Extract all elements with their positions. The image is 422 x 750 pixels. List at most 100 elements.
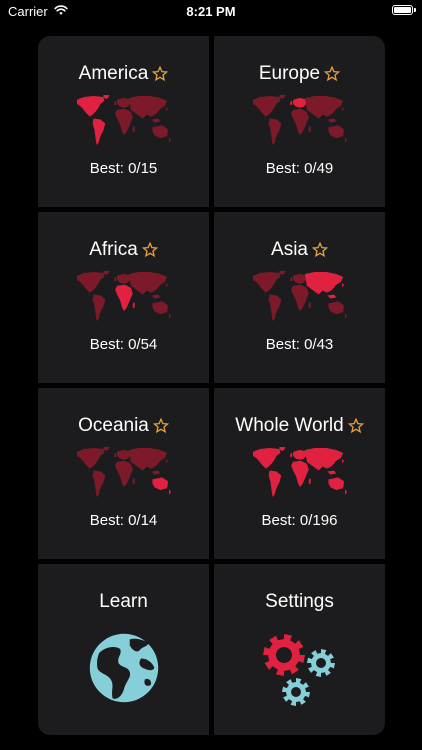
continent-asia — [151, 294, 161, 299]
continent-oceania — [169, 489, 172, 496]
continent-europe — [290, 276, 293, 281]
continent-asia — [166, 458, 169, 464]
continent-asia — [342, 282, 345, 288]
continent-europe — [293, 97, 307, 108]
mode-grid: America Best: 0/15 Europe Best: 0/49 Afr… — [38, 36, 385, 735]
best-score: Best: 0/49 — [265, 160, 334, 177]
continent-africa — [291, 284, 309, 312]
continent-oceania — [328, 301, 345, 315]
tile-title: Europe — [258, 63, 321, 84]
tile-asia[interactable]: Asia Best: 0/43 — [214, 212, 385, 383]
continent-america — [92, 470, 106, 498]
continent-europe — [117, 449, 131, 460]
continent-africa — [132, 126, 135, 133]
tile-africa[interactable]: Africa Best: 0/54 — [38, 212, 209, 383]
world-map-icon — [76, 271, 172, 322]
continent-america — [279, 95, 286, 99]
continent-america — [103, 271, 110, 275]
status-bar: Carrier 8:21 PM — [0, 0, 422, 24]
continent-america — [279, 271, 286, 275]
continent-asia — [327, 470, 337, 475]
continent-america — [76, 272, 105, 293]
continent-europe — [114, 452, 117, 457]
continent-europe — [114, 276, 117, 281]
continent-asia — [128, 272, 168, 295]
continent-africa — [308, 478, 311, 485]
continent-oceania — [152, 301, 169, 315]
star-icon[interactable] — [348, 418, 364, 434]
tile-oceania[interactable]: Oceania Best: 0/14 — [38, 388, 209, 559]
continent-oceania — [169, 137, 172, 144]
continent-asia — [166, 106, 169, 112]
battery-icon — [392, 5, 416, 15]
settings-title: Settings — [265, 591, 334, 612]
tile-title: Africa — [89, 239, 138, 260]
world-map-icon — [76, 447, 172, 498]
continent-america — [76, 96, 105, 117]
world-map-icon — [76, 95, 172, 146]
settings-button[interactable]: Settings — [214, 564, 385, 735]
continent-oceania — [328, 125, 345, 139]
continent-oceania — [345, 313, 348, 320]
star-icon[interactable] — [142, 242, 158, 258]
tile-title: Asia — [271, 239, 308, 260]
continent-america — [252, 272, 281, 293]
continent-asia — [128, 448, 168, 471]
continent-oceania — [169, 313, 172, 320]
continent-africa — [308, 302, 311, 309]
continent-africa — [115, 284, 133, 312]
continent-asia — [128, 96, 168, 119]
continent-europe — [117, 273, 131, 284]
continent-asia — [304, 448, 344, 471]
world-map-icon — [252, 95, 348, 146]
continent-oceania — [345, 489, 348, 496]
star-icon[interactable] — [152, 66, 168, 82]
best-score: Best: 0/43 — [265, 336, 334, 353]
continent-africa — [291, 108, 309, 136]
continent-europe — [114, 100, 117, 105]
continent-asia — [151, 118, 161, 123]
continent-oceania — [152, 477, 169, 491]
star-icon[interactable] — [153, 418, 169, 434]
star-icon[interactable] — [324, 66, 340, 82]
continent-america — [252, 448, 281, 469]
continent-america — [268, 470, 282, 498]
tile-america[interactable]: America Best: 0/15 — [38, 36, 209, 207]
continent-america — [103, 95, 110, 99]
continent-asia — [327, 294, 337, 299]
gear-hole — [316, 658, 326, 668]
continent-oceania — [152, 125, 169, 139]
continent-asia — [342, 458, 345, 464]
continent-asia — [342, 106, 345, 112]
clock: 8:21 PM — [186, 4, 236, 19]
continent-europe — [290, 100, 293, 105]
continent-europe — [290, 452, 293, 457]
globe-icon — [89, 633, 159, 703]
learn-title: Learn — [99, 591, 148, 612]
continent-oceania — [328, 477, 345, 491]
star-icon[interactable] — [312, 242, 328, 258]
best-score: Best: 0/196 — [261, 512, 338, 529]
world-map-icon — [252, 447, 348, 498]
continent-asia — [327, 118, 337, 123]
continent-america — [92, 118, 106, 146]
continent-africa — [115, 460, 133, 488]
best-score: Best: 0/14 — [89, 512, 158, 529]
continent-asia — [166, 282, 169, 288]
continent-africa — [132, 478, 135, 485]
tile-whole-world[interactable]: Whole World Best: 0/196 — [214, 388, 385, 559]
gear-hole — [276, 647, 292, 663]
continent-europe — [293, 449, 307, 460]
tile-europe[interactable]: Europe Best: 0/49 — [214, 36, 385, 207]
continent-africa — [291, 460, 309, 488]
continent-america — [103, 447, 110, 451]
continent-europe — [293, 273, 307, 284]
continent-america — [252, 96, 281, 117]
continent-africa — [308, 126, 311, 133]
continent-america — [92, 294, 106, 322]
continent-africa — [132, 302, 135, 309]
continent-asia — [151, 470, 161, 475]
learn-button[interactable]: Learn — [38, 564, 209, 735]
tile-title: Whole World — [235, 415, 344, 436]
continent-america — [268, 294, 282, 322]
